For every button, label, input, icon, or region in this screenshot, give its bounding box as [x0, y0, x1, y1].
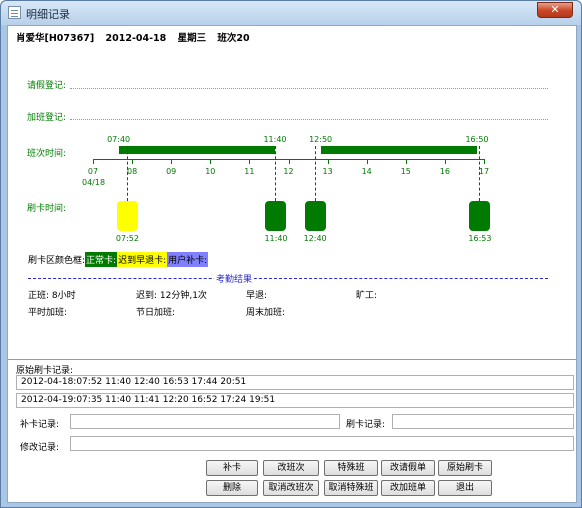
legend-user-supplement: 用户补卡: — [167, 252, 209, 267]
leave-line — [70, 88, 548, 89]
delete-button[interactable]: 删除 — [206, 480, 258, 496]
axis-tick-label: 13 — [322, 167, 333, 176]
window-title: 明细记录 — [26, 8, 70, 21]
supplement-record-input[interactable] — [70, 414, 340, 429]
swipe-record-input[interactable] — [392, 414, 574, 429]
legend-normal: 正常卡: — [85, 252, 118, 267]
swipe-card — [265, 201, 287, 231]
swipe-time-label: 07:52 — [115, 234, 139, 243]
axis-tick — [405, 159, 407, 164]
supplement-button[interactable]: 补卡 — [206, 460, 258, 476]
panel-separator — [8, 359, 576, 360]
axis-tick — [444, 159, 446, 164]
cancel-special-shift-button[interactable]: 取消特殊班 — [324, 480, 378, 496]
legend-label: 刷卡区颜色框: — [28, 256, 86, 266]
weekend-ot-stat: 周末加班: — [246, 308, 286, 318]
client-area: 肖爱华[H07367] 2012-04-18 星期三 班次20 请假登记: 加班… — [7, 25, 577, 503]
axis-tick — [484, 159, 485, 164]
shift-start-label: 12:50 — [309, 135, 333, 144]
raw-log-line-2[interactable]: 2012-04-19:07:35 11:40 11:41 12:20 16:52… — [16, 393, 574, 408]
swipe-marker-line — [126, 146, 128, 201]
axis-tick-label: 16 — [439, 167, 450, 176]
axis-tick — [210, 159, 212, 164]
early-stat: 早退: — [246, 291, 268, 301]
shift-end-label: 11:40 — [263, 135, 287, 144]
axis-tick — [249, 159, 251, 164]
swipe-time-label: 11:40 — [264, 234, 288, 243]
close-button[interactable]: ✕ — [537, 2, 573, 18]
swipe-time-label: 16:53 — [468, 234, 492, 243]
change-overtime-button[interactable]: 改加班单 — [381, 480, 435, 496]
axis-tick-label: 07 — [87, 167, 99, 176]
swipe-time-label: 刷卡时间: — [27, 204, 67, 214]
absent-stat: 旷工: — [356, 291, 378, 301]
shift-bar — [321, 146, 478, 154]
shift-number: 班次20 — [217, 33, 250, 44]
late-stat: 迟到: 12分钟,1次 — [136, 291, 207, 301]
record-weekday: 星期三 — [177, 33, 207, 44]
raw-swipe-button[interactable]: 原始刷卡 — [438, 460, 492, 476]
change-shift-button[interactable]: 改班次 — [263, 460, 319, 476]
shift-end-label: 16:50 — [465, 135, 489, 144]
swipe-card — [304, 201, 326, 231]
axis-tick — [93, 159, 94, 164]
axis-tick — [288, 159, 290, 164]
weekday-ot-stat: 平时加班: — [28, 308, 68, 318]
swipe-card — [469, 201, 491, 231]
axis-tick-label: 09 — [166, 167, 177, 176]
shift-time-label: 班次时间: — [27, 149, 67, 159]
swipe-marker-line — [479, 146, 481, 201]
title-bar: 明细记录 ✕ — [1, 1, 581, 25]
axis-tick-label: 11 — [244, 167, 255, 176]
axis-tick — [327, 159, 329, 164]
axis-tick — [132, 159, 134, 164]
leave-label: 请假登记: — [27, 81, 67, 91]
change-leave-button[interactable]: 改请假单 — [381, 460, 435, 476]
shift-bar — [119, 146, 276, 154]
detail-record-window: 明细记录 ✕ 肖爱华[H07367] 2012-04-18 星期三 班次20 请… — [0, 0, 582, 508]
document-icon — [8, 6, 21, 19]
holiday-ot-stat: 节日加班: — [136, 308, 176, 318]
axis-tick-label: 15 — [400, 167, 411, 176]
axis-tick — [171, 159, 173, 164]
axis-date-label: 04/18 — [82, 178, 106, 187]
employee-header: 肖爱华[H07367] 2012-04-18 星期三 班次20 — [16, 30, 258, 44]
color-legend: 刷卡区颜色框: 正常卡: 迟到早退卡: 用户补卡: — [28, 252, 209, 267]
axis-tick-label: 14 — [361, 167, 372, 176]
swipe-time-label: 12:40 — [303, 234, 327, 243]
swipe-marker-line — [314, 146, 316, 201]
special-shift-button[interactable]: 特殊班 — [324, 460, 378, 476]
record-date: 2012-04-18 — [105, 33, 167, 44]
swipe-card — [116, 201, 138, 231]
cancel-change-shift-button[interactable]: 取消改班次 — [263, 480, 319, 496]
raw-log-line-1[interactable]: 2012-04-18:07:52 11:40 12:40 16:53 17:44… — [16, 375, 574, 390]
swipe-record-label: 刷卡记录: — [346, 420, 386, 430]
section-divider — [28, 278, 548, 279]
attendance-title: 考勤结果 — [214, 272, 255, 285]
overtime-label: 加班登记: — [27, 113, 67, 123]
axis-tick-label: 12 — [283, 167, 294, 176]
exit-button[interactable]: 退出 — [438, 480, 492, 496]
shift-start-label: 07:40 — [107, 135, 131, 144]
axis-tick-label: 10 — [205, 167, 216, 176]
swipe-marker-line — [275, 146, 277, 201]
supplement-record-label: 补卡记录: — [20, 420, 60, 430]
employee-name-id: 肖爱华[H07367] — [16, 33, 95, 44]
axis-tick — [366, 159, 368, 164]
legend-late-early: 迟到早退卡: — [117, 252, 168, 267]
modify-record-label: 修改记录: — [20, 443, 60, 453]
normal-hours: 正班: 8小时 — [28, 291, 76, 301]
overtime-line — [70, 119, 548, 120]
modify-record-input[interactable] — [70, 436, 574, 451]
